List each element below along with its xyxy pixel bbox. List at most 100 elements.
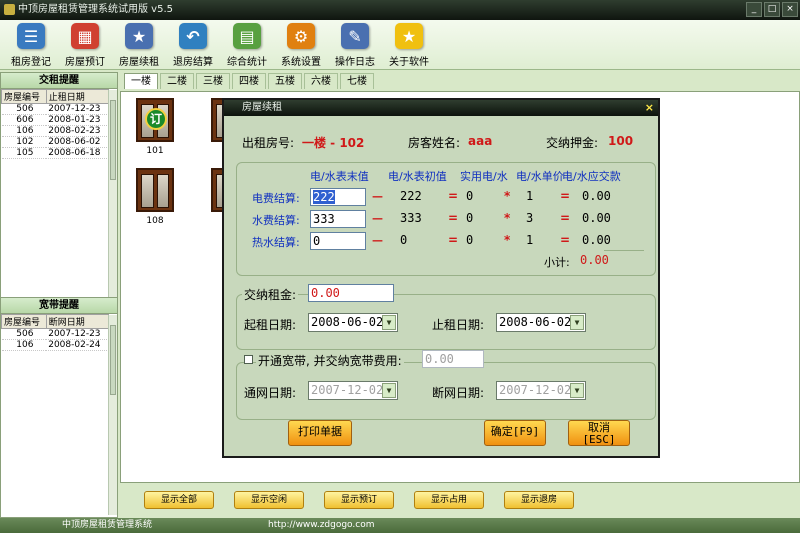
minus-sign: — xyxy=(372,212,383,225)
water-amount-due: 0.00 xyxy=(582,211,611,225)
column-header-room[interactable]: 房屋编号 xyxy=(1,314,47,329)
toolbar-button-label: 系统设置 xyxy=(281,57,321,68)
table-row[interactable]: 106 2008-02-23 xyxy=(1,125,109,137)
gear-icon: ⚙ xyxy=(287,23,315,49)
toolbar-button-2[interactable]: ★ 房屋续租 xyxy=(112,20,166,68)
dialog-close-button[interactable]: × xyxy=(645,100,654,116)
rent-label: 交纳租金: xyxy=(242,286,299,303)
toolbar-button-7[interactable]: ★ 关于软件 xyxy=(382,20,436,68)
status-url[interactable]: http://www.zdgogo.com xyxy=(268,518,375,533)
net-end-date-value: 2007-12-02 xyxy=(499,383,572,397)
rent-reminder-scrollbar[interactable] xyxy=(108,90,117,298)
chevron-down-icon[interactable]: ▼ xyxy=(382,315,396,330)
electricity-unit-price: 1 xyxy=(526,189,534,203)
table-row[interactable]: 506 2007-12-23 xyxy=(1,103,109,115)
show-checkout-button[interactable]: 显示退房 xyxy=(504,491,574,509)
hot-water-end-input[interactable]: 0 xyxy=(310,232,366,250)
column-header-room[interactable]: 房屋编号 xyxy=(1,89,47,104)
hot-water-end-value: 0 xyxy=(313,234,321,248)
equals-sign: = xyxy=(560,211,571,225)
toolbar-button-4[interactable]: ▤ 综合统计 xyxy=(220,20,274,68)
rent-reminder-title: 交租提醒 xyxy=(1,73,117,89)
show-vacant-button[interactable]: 显示空闲 xyxy=(234,491,304,509)
start-date-picker[interactable]: 2008-06-02 ▼ xyxy=(308,313,398,332)
net-reminder-scrollbar[interactable] xyxy=(108,315,117,515)
broadband-checkbox[interactable] xyxy=(244,355,253,364)
floor-tab-7[interactable]: 七楼 xyxy=(340,73,374,89)
show-all-button[interactable]: 显示全部 xyxy=(144,491,214,509)
net-reminder-table: 房屋编号 断网日期 506 2007-12-23 106 2008-02-24 xyxy=(1,314,110,351)
minus-sign: — xyxy=(372,190,383,203)
filter-bar: 显示全部 显示空闲 显示预订 显示占用 显示退房 xyxy=(120,485,800,515)
minimize-button[interactable]: _ xyxy=(746,2,762,17)
show-reserved-button[interactable]: 显示预订 xyxy=(324,491,394,509)
room-number-cell: 106 xyxy=(1,125,47,137)
floor-tab-6[interactable]: 六楼 xyxy=(304,73,338,89)
table-row[interactable]: 606 2008-01-23 xyxy=(1,114,109,126)
table-row[interactable]: 106 2008-02-24 xyxy=(1,339,109,351)
room-number-cell: 102 xyxy=(1,136,47,148)
print-receipt-button[interactable]: 打印单据 xyxy=(288,420,352,446)
equals-sign: = xyxy=(560,189,571,203)
table-row[interactable]: 506 2007-12-23 xyxy=(1,328,109,340)
window-title: 中顶房屋租赁管理系统试用版 v5.5 xyxy=(18,4,173,15)
subtotal-label: 小计: xyxy=(544,256,570,269)
toolbar-button-label: 操作日志 xyxy=(335,57,375,68)
floor-tab-4[interactable]: 四楼 xyxy=(232,73,266,89)
floor-tab-2[interactable]: 二楼 xyxy=(160,73,194,89)
column-header-net-end-date[interactable]: 断网日期 xyxy=(45,314,110,329)
times-sign: * xyxy=(504,233,511,247)
net-end-date-picker[interactable]: 2007-12-02 ▼ xyxy=(496,381,586,400)
end-date-picker[interactable]: 2008-06-02 ▼ xyxy=(496,313,586,332)
electricity-end-input[interactable]: 222 xyxy=(310,188,366,206)
toolbar-button-0[interactable]: ☰ 租房登记 xyxy=(4,20,58,68)
floor-tab-5[interactable]: 五楼 xyxy=(268,73,302,89)
date-cell: 2008-01-23 xyxy=(46,114,109,126)
equals-sign: = xyxy=(448,211,459,225)
date-cell: 2007-12-23 xyxy=(46,328,109,340)
subtotal-value: 0.00 xyxy=(580,253,609,267)
door-icon xyxy=(136,168,174,212)
calendar-icon: ▦ xyxy=(71,23,99,49)
dialog-title: 房屋续租 xyxy=(242,102,282,113)
rent-input[interactable]: 0.00 xyxy=(308,284,394,302)
status-bar: 中顶房屋租赁管理系统 http://www.zdgogo.com xyxy=(0,518,800,533)
toolbar-button-1[interactable]: ▦ 房屋预订 xyxy=(58,20,112,68)
reserved-badge: 订 xyxy=(145,108,167,130)
room-108[interactable]: 108 xyxy=(135,168,175,226)
close-button[interactable]: × xyxy=(782,2,798,17)
room-101[interactable]: 订 101 xyxy=(135,98,175,156)
hot-water-used-value: 0 xyxy=(466,233,474,247)
chevron-down-icon[interactable]: ▼ xyxy=(570,315,584,330)
water-end-input[interactable]: 333 xyxy=(310,210,366,228)
electricity-amount-due: 0.00 xyxy=(582,189,611,203)
cancel-button[interactable]: 取消 [ESC] xyxy=(568,420,630,446)
net-start-date-picker[interactable]: 2007-12-02 ▼ xyxy=(308,381,398,400)
table-row[interactable]: 105 2008-06-18 xyxy=(1,147,109,159)
net-start-label: 通网日期: xyxy=(244,386,297,400)
toolbar-button-label: 房屋预订 xyxy=(65,57,105,68)
toolbar-button-6[interactable]: ✎ 操作日志 xyxy=(328,20,382,68)
maximize-button[interactable]: □ xyxy=(764,2,780,17)
toolbar-button-5[interactable]: ⚙ 系统设置 xyxy=(274,20,328,68)
confirm-button[interactable]: 确定[F9] xyxy=(484,420,546,446)
water-start-value: 333 xyxy=(400,211,422,225)
room-label: 出租房号: xyxy=(242,136,295,150)
toolbar-button-label: 租房登记 xyxy=(11,57,51,68)
scrollbar-thumb[interactable] xyxy=(110,100,116,180)
column-header-end-date[interactable]: 止租日期 xyxy=(45,89,110,104)
chevron-down-icon[interactable]: ▼ xyxy=(570,383,584,398)
end-date-label: 止租日期: xyxy=(432,318,485,332)
return-arrow-icon: ↶ xyxy=(179,23,207,49)
chevron-down-icon[interactable]: ▼ xyxy=(382,383,396,398)
date-cell: 2008-06-18 xyxy=(46,147,109,159)
table-row[interactable]: 102 2008-06-02 xyxy=(1,136,109,148)
toolbar-button-3[interactable]: ↶ 退房结算 xyxy=(166,20,220,68)
floor-tab-3[interactable]: 三楼 xyxy=(196,73,230,89)
deposit-label: 交纳押金: xyxy=(546,136,599,150)
door-icon: 订 xyxy=(136,98,174,142)
show-occupied-button[interactable]: 显示占用 xyxy=(414,491,484,509)
floor-tab-1[interactable]: 一楼 xyxy=(124,73,158,89)
broadband-fee-input[interactable]: 0.00 xyxy=(422,350,484,368)
scrollbar-thumb[interactable] xyxy=(110,325,116,395)
